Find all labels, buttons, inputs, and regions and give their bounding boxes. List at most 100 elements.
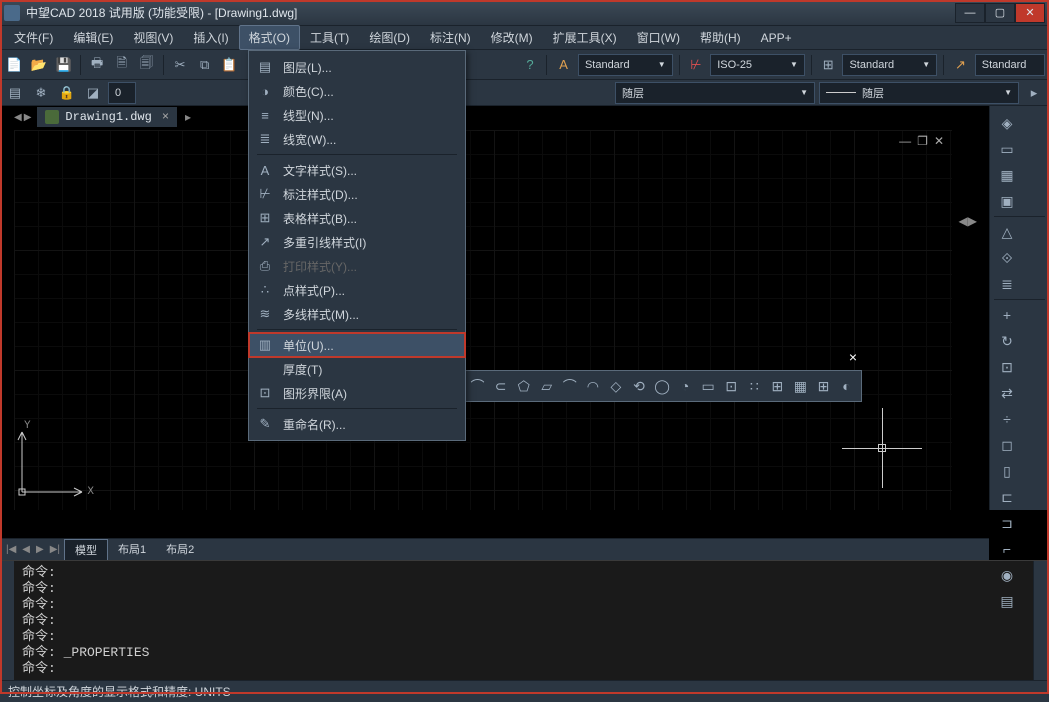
layout-first-icon[interactable]: |◀ — [4, 544, 18, 555]
view-min-icon[interactable]: — — [899, 134, 911, 148]
menu-格式o[interactable]: 格式(O) — [239, 25, 300, 50]
draw-tool-3[interactable]: ▱ — [538, 376, 555, 396]
draw-tool-8[interactable]: ◯ — [654, 376, 671, 396]
menu-扩展工具x[interactable]: 扩展工具(X) — [543, 25, 627, 50]
tab-add-icon[interactable]: ▸ — [185, 110, 191, 124]
palette-tool-10[interactable]: ⇄ — [994, 380, 1020, 406]
palette-tool-16[interactable]: ⌐ — [994, 536, 1020, 562]
draw-tool-5[interactable]: ◠ — [584, 376, 601, 396]
menu-item-线宽W[interactable]: ≣线宽(W)... — [249, 127, 465, 151]
cut-icon[interactable]: ✂ — [170, 54, 191, 76]
dimstyle-icon[interactable]: ⊬ — [686, 54, 707, 76]
menu-item-颜色C[interactable]: ◑颜色(C)... — [249, 79, 465, 103]
palette-tool-15[interactable]: ⊐ — [994, 510, 1020, 536]
menu-item-单位U[interactable]: ▥单位(U)... — [249, 333, 465, 357]
layer-freeze-icon[interactable]: ❄ — [30, 82, 52, 104]
view-close-icon[interactable]: ✕ — [934, 134, 944, 148]
tab-close-icon[interactable]: × — [162, 110, 169, 124]
palette-tool-14[interactable]: ⊏ — [994, 484, 1020, 510]
draw-tool-1[interactable]: ⊂ — [492, 376, 509, 396]
panel-expand-right-icon[interactable]: ▶ — [968, 214, 977, 228]
drawing-canvas[interactable]: — ❐ ✕ Y X — [14, 130, 952, 510]
palette-tool-13[interactable]: ▯ — [994, 458, 1020, 484]
command-text[interactable]: 命令: 命令: 命令: 命令: 命令: 命令: _PROPERTIES 命令: — [14, 561, 1033, 680]
palette-tool-1[interactable]: ▭ — [994, 136, 1020, 162]
new-icon[interactable]: 📄 — [4, 54, 25, 76]
panel-expand-left-icon[interactable]: ◀ — [959, 214, 968, 228]
palette-tool-12[interactable]: ◻ — [994, 432, 1020, 458]
cmd-scrollbar[interactable] — [1033, 561, 1049, 680]
table-style-combo[interactable]: Standard▼ — [842, 54, 937, 76]
close-button[interactable]: ✕ — [1015, 3, 1045, 23]
layer-color-icon[interactable]: ◪ — [82, 82, 104, 104]
view-restore-icon[interactable]: ❐ — [917, 134, 928, 148]
layout-tab-模型[interactable]: 模型 — [64, 539, 108, 560]
menu-工具t[interactable]: 工具(T) — [300, 25, 359, 50]
bylayer-opts-icon[interactable]: ▸ — [1023, 82, 1045, 104]
save-icon[interactable]: 💾 — [53, 54, 74, 76]
help-icon[interactable]: ? — [520, 54, 541, 76]
draw-tool-13[interactable]: ⊞ — [769, 376, 786, 396]
menu-修改m[interactable]: 修改(M) — [481, 25, 543, 50]
menu-帮助h[interactable]: 帮助(H) — [690, 25, 751, 50]
palette-tool-11[interactable]: ÷ — [994, 406, 1020, 432]
textstyle-icon[interactable]: A — [553, 54, 574, 76]
layer-lock-icon[interactable]: 🔒 — [56, 82, 78, 104]
palette-tool-0[interactable]: ◈ — [994, 110, 1020, 136]
draw-tool-16[interactable]: ◐ — [838, 376, 855, 396]
layout-last-icon[interactable]: ▶| — [48, 544, 62, 555]
menu-item-多重引线样式I[interactable]: ↗多重引线样式(I) — [249, 230, 465, 254]
menu-item-图层L[interactable]: ▤图层(L)... — [249, 55, 465, 79]
menu-编辑e[interactable]: 编辑(E) — [63, 25, 123, 50]
draw-tool-6[interactable]: ◇ — [607, 376, 624, 396]
draw-tool-12[interactable]: ∷ — [746, 376, 763, 396]
menu-item-线型N[interactable]: ≡线型(N)... — [249, 103, 465, 127]
layout-tab-布局2[interactable]: 布局2 — [156, 539, 204, 560]
menu-插入i[interactable]: 插入(I) — [183, 25, 238, 50]
menu-item-标注样式D[interactable]: ⊬标注样式(D)... — [249, 182, 465, 206]
draw-tool-9[interactable]: ◔ — [677, 376, 694, 396]
mlstyle-icon[interactable]: ↗ — [950, 54, 971, 76]
menu-绘图d[interactable]: 绘图(D) — [359, 25, 420, 50]
menu-item-重命名R[interactable]: ✎重命名(R)... — [249, 412, 465, 436]
menu-item-图形界限A[interactable]: ⊡图形界限(A) — [249, 381, 465, 405]
float-close-icon[interactable]: × — [849, 349, 857, 365]
palette-tool-2[interactable]: ▦ — [994, 162, 1020, 188]
menu-标注n[interactable]: 标注(N) — [420, 25, 481, 50]
draw-tool-0[interactable]: ⌒ — [469, 376, 486, 396]
draw-float-toolbar[interactable]: × ⌒⊂⬠▱⌒◠◇⟲◯◔▭⊡∷⊞▦⊞◐ — [462, 370, 862, 402]
palette-tool-8[interactable]: ↻ — [994, 328, 1020, 354]
layout-tab-布局1[interactable]: 布局1 — [108, 539, 156, 560]
draw-tool-10[interactable]: ▭ — [700, 376, 717, 396]
text-style-combo[interactable]: Standard▼ — [578, 54, 673, 76]
ml-style-combo[interactable]: Standard — [975, 54, 1045, 76]
bylayer-b-combo[interactable]: 随层▼ — [819, 82, 1019, 104]
menu-文件f[interactable]: 文件(F) — [4, 25, 63, 50]
menu-窗口w[interactable]: 窗口(W) — [627, 25, 690, 50]
menu-item-表格样式B[interactable]: ⊞表格样式(B)... — [249, 206, 465, 230]
copy-icon[interactable]: ⧉ — [194, 54, 215, 76]
palette-tool-18[interactable]: ▤ — [994, 588, 1020, 614]
menu-item-多线样式M[interactable]: ≋多线样式(M)... — [249, 302, 465, 326]
tab-nav-prev-icon[interactable]: ▶ — [24, 112, 32, 123]
dim-style-combo[interactable]: ISO-25▼ — [710, 54, 805, 76]
minimize-button[interactable]: — — [955, 3, 985, 23]
palette-tool-3[interactable]: ▣ — [994, 188, 1020, 214]
tablestyle-icon[interactable]: ⊞ — [818, 54, 839, 76]
preview-icon[interactable]: 🗎 — [112, 54, 133, 76]
layer-combo[interactable]: 0 — [108, 82, 136, 104]
palette-tool-4[interactable]: △ — [994, 219, 1020, 245]
draw-tool-15[interactable]: ⊞ — [815, 376, 832, 396]
palette-tool-9[interactable]: ⊡ — [994, 354, 1020, 380]
menu-item-厚度T[interactable]: 厚度(T) — [249, 357, 465, 381]
draw-tool-11[interactable]: ⊡ — [723, 376, 740, 396]
draw-tool-2[interactable]: ⬠ — [515, 376, 532, 396]
print-icon[interactable]: 🖶 — [87, 54, 108, 76]
paste-icon[interactable]: 📋 — [219, 54, 240, 76]
menu-视图v[interactable]: 视图(V) — [123, 25, 183, 50]
layout-prev-icon[interactable]: ◀ — [20, 544, 32, 555]
document-tab[interactable]: Drawing1.dwg × — [37, 107, 177, 127]
menu-app+[interactable]: APP+ — [751, 27, 802, 49]
layout-next-icon[interactable]: ▶ — [34, 544, 46, 555]
palette-tool-17[interactable]: ◉ — [994, 562, 1020, 588]
